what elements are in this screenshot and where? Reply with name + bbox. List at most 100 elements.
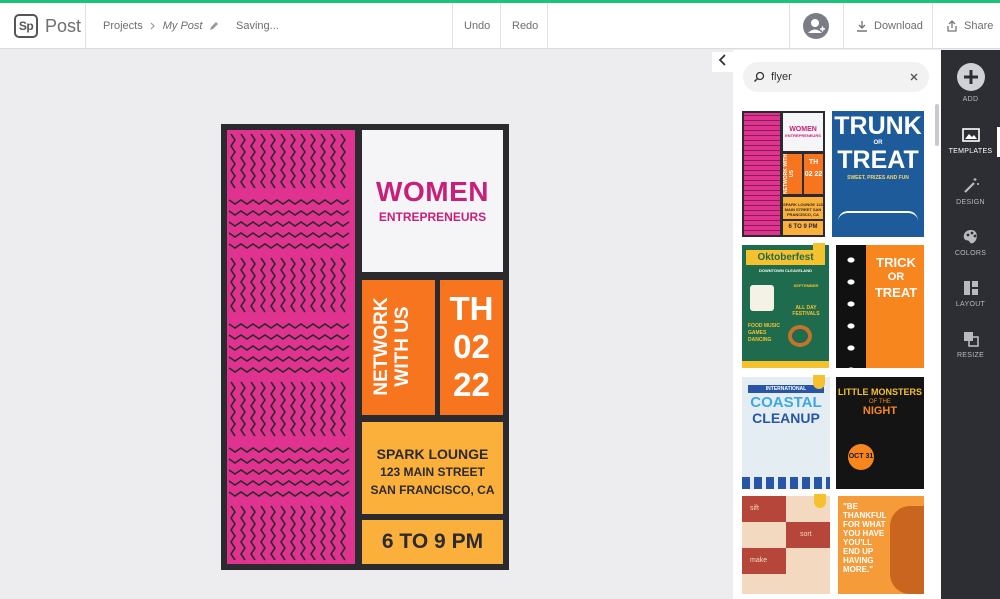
template-text: MORE." [843,565,874,574]
rail-add-label: ADD [962,96,979,103]
zigzag-line [250,505,256,561]
rail-templates-button[interactable]: TEMPLATES [941,126,1000,155]
layout-icon [963,281,978,295]
zigzag-line [270,381,276,437]
template-address-block: SPARK LOUNGE 123 MAIN STREET SAN FRANCIS… [783,197,823,219]
template-tile [742,522,786,548]
template-thumbnail-trunk-or-treat[interactable]: TRUNK OR TREAT SWEET, PRIZES AND FUN [832,111,924,237]
rail-resize-button[interactable]: RESIZE [941,330,1000,359]
template-time-block: 6 TO 9 PM [783,221,823,235]
divider [500,3,501,49]
zigzag-line [320,505,326,561]
template-thumbnail-coastal-cleanup[interactable]: INTERNATIONAL COASTAL CLEANUP [742,377,830,489]
search-icon [753,71,765,83]
zigzag-line [340,381,346,437]
template-thumbnail-be-thankful[interactable]: "BE THANKFUL FOR WHAT YOU HAVE YOU'LL EN… [838,496,924,594]
zigzag-line [228,480,350,486]
rail-design-button[interactable]: DESIGN [941,177,1000,206]
template-footer [742,574,830,594]
app-name: Post [45,16,82,36]
template-tile: make [742,548,786,574]
zigzag-line [228,345,350,351]
zigzag-line [330,381,336,437]
zigzag-line [228,221,350,227]
rail-design-label: DESIGN [956,199,985,206]
redo-button[interactable]: Redo [512,3,538,49]
template-text: ALL DAY FESTIVALS [792,305,820,317]
zigzag-line [260,381,266,437]
template-thumbnail-women-entrepreneurs[interactable]: WOMEN ENTREPRENEURS NETWORK WITH US TH 0… [742,111,825,237]
zigzag-line [228,323,350,329]
search-box[interactable] [743,62,929,92]
zigzag-line [250,133,256,189]
palette-icon [963,230,977,244]
pretzel-illustration [788,325,812,347]
zigzag-line [270,133,276,189]
zigzag-line [240,381,246,437]
zigzag-line [300,381,306,437]
zigzag-line [228,367,350,373]
network-label: NETWORK [371,297,392,396]
template-text: ENTREPRENEURS [785,133,821,138]
template-text: YOU'LL [843,538,873,547]
zigzag-line [320,257,326,313]
rail-add-button[interactable]: ADD [941,62,1000,103]
template-tile: sift [742,496,786,522]
share-label: Share [964,20,994,32]
zigzag-line [250,381,256,437]
zigzag-line [310,257,316,313]
template-text: INTERNATIONAL [748,385,824,393]
templates-icon [961,128,980,142]
share-button[interactable]: Share [946,3,993,49]
template-text: OR [887,271,905,283]
undo-button[interactable]: Undo [464,3,490,49]
breadcrumb: Projects My Post [103,3,220,49]
zigzag-line [240,505,246,561]
invite-collaborator-button[interactable] [803,13,829,39]
zigzag-line [228,232,350,238]
template-network-block: NETWORK WITH US [783,154,802,194]
divider [789,3,790,49]
template-text: SEPTEMBER [793,283,819,288]
project-name[interactable]: My Post [163,20,203,32]
poster-date: 22 [453,366,490,403]
poster-canvas[interactable]: WOMEN ENTREPRENEURS NETWORK WITH US TH 0… [221,124,509,570]
search-input[interactable] [771,71,901,83]
poster-time: 6 TO 9 PM [381,530,484,553]
save-status: Saving... [236,20,279,32]
template-thumbnail-trick-or-treat[interactable]: TRICK OR TREAT [836,245,924,368]
template-text: "BE [843,502,858,511]
download-button[interactable]: Download [856,3,923,49]
zigzag-line [228,210,350,216]
zigzag-line [310,133,316,189]
zigzag-line [320,133,326,189]
panel-scrollbar[interactable] [935,104,939,146]
sparkpost-logo[interactable]: Sp [14,14,38,38]
zigzag-line [290,257,296,313]
zigzag-line [228,469,350,475]
pencil-icon[interactable] [208,20,220,32]
poster-title-women: WOMEN [376,176,489,207]
rail-layout-button[interactable]: LAYOUT [941,279,1000,308]
car-illustration [838,211,918,231]
right-tool-rail: ADD TEMPLATES DESIGN COLORS LAYOUT RESIZ… [941,50,1000,599]
clear-icon[interactable] [909,72,919,82]
template-title-block: WOMEN ENTREPRENEURS [783,113,823,151]
template-bottom-bar [742,361,829,368]
zigzag-line [228,491,350,497]
template-date-badge: OCT 31 [848,444,874,470]
collapse-icon [718,54,726,66]
zigzag-line [280,381,286,437]
template-text: SWEET, PRIZES AND FUN [847,175,909,181]
template-date-block: TH 02 22 [804,154,823,194]
collapse-panel-button[interactable] [712,52,734,72]
template-thumbnail-little-monsters[interactable]: LITTLE MONSTERS OF THE NIGHT OCT 31 [836,377,924,489]
template-text: LITTLE MONSTERS [838,387,922,397]
poster-month: 02 [453,328,490,365]
template-thumbnail-oktoberfest[interactable]: Oktoberfest DOWNTOWN CLEAVELAND SEPTEMBE… [742,245,829,368]
template-thumbnail-sift-sort-make[interactable]: sift sort make [742,496,830,594]
zigzag-line [228,243,350,249]
rail-colors-button[interactable]: COLORS [941,228,1000,257]
breadcrumb-projects-link[interactable]: Projects [103,20,143,32]
template-text: END UP [843,547,874,556]
